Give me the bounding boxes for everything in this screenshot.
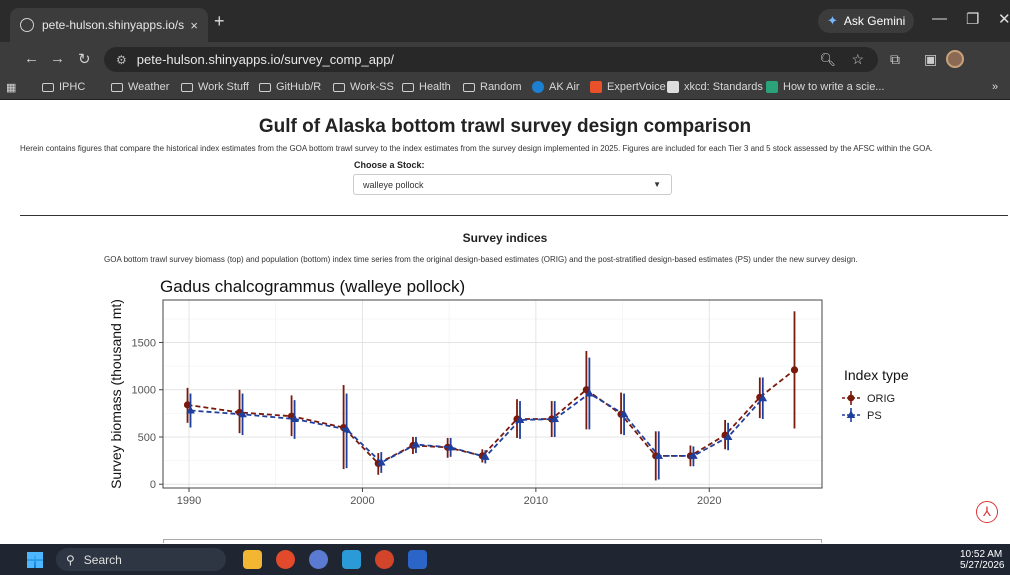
app-icon[interactable] (342, 550, 361, 569)
intro-text: Herein contains figures that compare the… (20, 144, 933, 153)
bookmark-xkcd[interactable]: xkcd: Standards (667, 81, 763, 93)
bookmarks-overflow-button[interactable]: » (992, 81, 998, 93)
minimize-icon[interactable]: — (932, 10, 947, 27)
reload-icon[interactable]: ↻ (78, 50, 91, 68)
pdf-icon[interactable]: ⅄ (976, 501, 998, 523)
legend-label: PS (867, 410, 882, 422)
folder-icon (42, 82, 54, 92)
apps-grid-icon[interactable]: ▦ (6, 81, 16, 94)
site-icon (20, 18, 34, 32)
ask-gemini-button[interactable]: ✦ Ask Gemini (818, 9, 915, 33)
bookmark-work-ss[interactable]: Work-SS (333, 81, 394, 93)
clock-date: 5/27/2026 (960, 560, 1005, 571)
x-tick-label: 2000 (350, 495, 374, 507)
browser-tab[interactable]: pete-hulson.shinyapps.io/surve × (10, 8, 208, 42)
address-bar[interactable]: ⚙ pete-hulson.shinyapps.io/survey_comp_a… (104, 47, 878, 72)
close-tab-icon[interactable]: × (190, 18, 198, 33)
bookmark-random[interactable]: Random (463, 81, 522, 93)
ak-air-icon (532, 81, 544, 93)
stock-select-label: Choose a Stock: (354, 160, 425, 170)
search-icon: ⚲ (66, 552, 75, 567)
forward-icon[interactable]: → (50, 50, 65, 67)
section-title: Survey indices (462, 231, 548, 245)
section-description: GOA bottom trawl survey biomass (top) an… (104, 255, 858, 264)
bookmark-health[interactable]: Health (402, 81, 451, 93)
folder-icon (111, 82, 123, 92)
y-tick-label: 500 (138, 432, 156, 444)
extensions-icon[interactable]: ⧉ (890, 51, 900, 68)
bookmark-how-to-write[interactable]: How to write a scie... (766, 81, 884, 93)
bookmark-expertvoice[interactable]: ExpertVoice (590, 81, 666, 93)
population-chart-frame (163, 539, 822, 543)
plot-panel (162, 299, 823, 489)
x-tick-label: 1990 (177, 495, 201, 507)
chrome-icon[interactable] (276, 550, 295, 569)
new-tab-button[interactable]: + (214, 11, 225, 32)
bookmark-star-icon[interactable]: ☆ (851, 51, 864, 68)
close-window-icon[interactable]: ✕ (998, 10, 1010, 28)
folder-icon (402, 82, 414, 92)
x-tick-label: 2020 (697, 495, 721, 507)
profile-avatar[interactable] (946, 50, 964, 68)
folder-icon (463, 82, 475, 92)
gemini-icon: ✦ (827, 13, 838, 28)
bookmarks-bar: ▦ IPHC Weather Work Stuff GitHub/R Work-… (0, 76, 1010, 100)
chevron-down-icon: ▼ (653, 180, 661, 189)
data-point (790, 366, 799, 374)
file-explorer-icon[interactable] (243, 550, 262, 569)
stock-select-value: walleye pollock (363, 180, 424, 190)
restore-icon[interactable]: ❐ (966, 10, 979, 28)
y-axis-label: Survey biomass (thousand mt) (108, 299, 124, 489)
legend-label: ORIG (867, 393, 895, 405)
bookmark-weather[interactable]: Weather (111, 81, 169, 93)
y-tick-label: 1500 (132, 338, 156, 350)
search-placeholder: Search (83, 552, 122, 567)
side-panel-icon[interactable]: ▣ (924, 51, 937, 68)
clock-time: 10:52 AM (960, 549, 1003, 560)
tab-title: pete-hulson.shinyapps.io/surve (42, 18, 185, 32)
taskbar: ⚲ Search 10:52 AM 5/27/2026 (0, 544, 1010, 575)
y-tick-label: 0 (150, 479, 156, 491)
address-toolbar: ← → ↻ ⚙ pete-hulson.shinyapps.io/survey_… (0, 42, 1010, 76)
site-info-icon[interactable]: ⚙ (116, 53, 127, 67)
zoom-icon[interactable]: 🔍︎ (819, 52, 836, 68)
bookmark-work-stuff[interactable]: Work Stuff (181, 81, 249, 93)
powerpoint-icon[interactable] (375, 550, 394, 569)
ask-gemini-label: Ask Gemini (843, 14, 906, 28)
legend-key-marker (847, 394, 855, 402)
legend-title: Index type (844, 367, 909, 383)
bookmark-github-r[interactable]: GitHub/R (259, 81, 321, 93)
folder-icon (259, 82, 271, 92)
taskbar-search[interactable]: ⚲ Search (56, 548, 226, 571)
document-icon (766, 81, 778, 93)
expertvoice-icon (590, 81, 602, 93)
r-icon[interactable] (309, 550, 328, 569)
folder-icon (333, 82, 345, 92)
browser-tab-bar: pete-hulson.shinyapps.io/surve × + ✦ Ask… (0, 0, 1010, 42)
bookmark-iphc[interactable]: IPHC (42, 81, 85, 93)
back-icon[interactable]: ← (24, 50, 39, 67)
word-icon[interactable] (408, 550, 427, 569)
y-tick-label: 1000 (132, 385, 156, 397)
url-text: pete-hulson.shinyapps.io/survey_comp_app… (136, 52, 395, 67)
bookmark-ak-air[interactable]: AK Air (532, 81, 580, 93)
x-tick-label: 2010 (524, 495, 548, 507)
chart-title: Gadus chalcogrammus (walleye pollock) (160, 277, 465, 296)
biomass-chart: 0 500 1000 1500 1990 2000 2010 2020 Gadus chalco… (108, 277, 909, 507)
xkcd-icon (667, 81, 679, 93)
divider (20, 215, 1008, 216)
page-title: Gulf of Alaska bottom trawl survey desig… (258, 116, 752, 137)
system-clock[interactable]: 10:52 AM 5/27/2026 (960, 549, 1005, 571)
folder-icon (181, 82, 193, 92)
windows-start-icon[interactable] (27, 552, 43, 568)
stock-select[interactable]: walleye pollock ▼ (353, 174, 672, 195)
